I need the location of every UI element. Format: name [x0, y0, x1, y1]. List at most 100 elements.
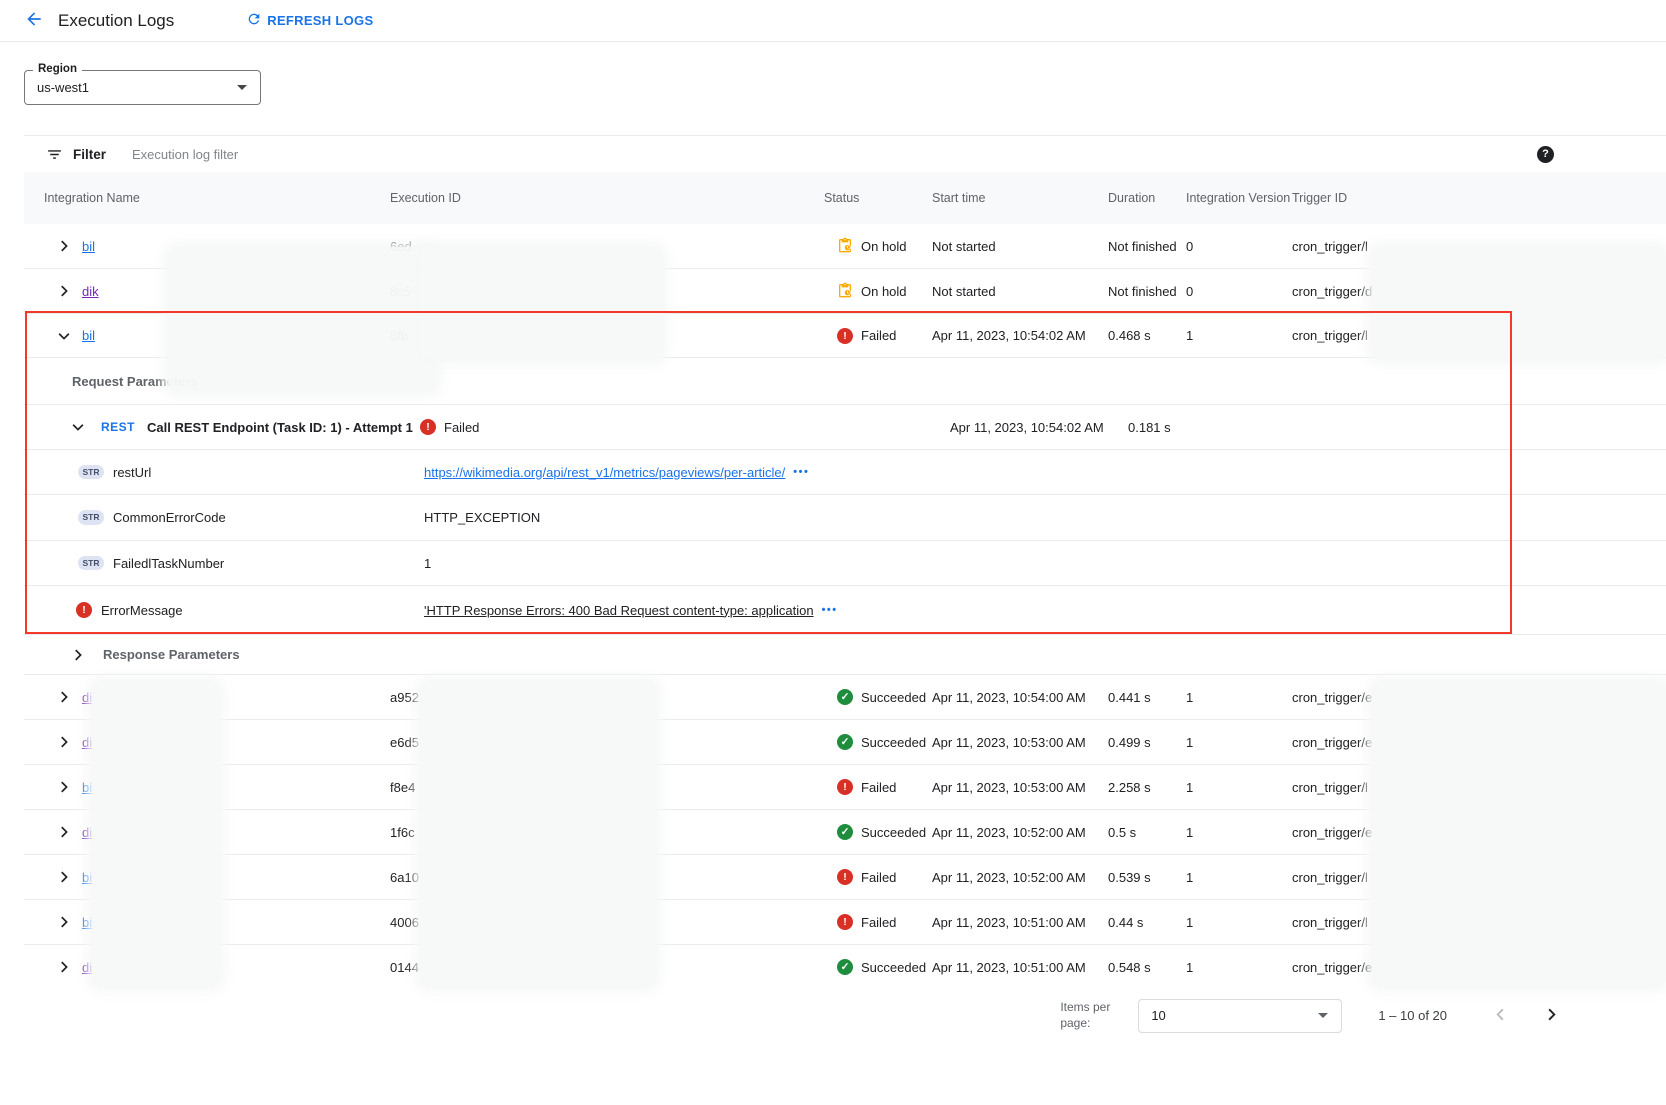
page-title: Execution Logs: [58, 11, 174, 31]
request-parameters-header: Request Parameters: [24, 358, 1666, 405]
execution-id: e6d5: [390, 735, 824, 750]
start-time: Apr 11, 2023, 10:53:00 AM: [932, 735, 1108, 750]
col-trigger-id: Trigger ID: [1292, 191, 1666, 205]
items-per-page-label: Items per page:: [1060, 1000, 1124, 1031]
succeeded-icon: ✓: [837, 824, 853, 840]
collapse-row-icon[interactable]: [55, 327, 73, 345]
duration: 0.44 s: [1108, 915, 1186, 930]
integration-version: 1: [1186, 960, 1292, 975]
task-name: Call REST Endpoint (Task ID: 1) - Attemp…: [147, 420, 413, 435]
status-label: On hold: [861, 284, 907, 299]
error-icon: !: [76, 602, 92, 618]
succeeded-icon: ✓: [837, 734, 853, 750]
expand-row-icon[interactable]: [55, 913, 73, 931]
table-row: bi f8e4 !Failed Apr 11, 2023, 10:53:00 A…: [24, 765, 1666, 810]
param-name: ErrorMessage: [101, 603, 183, 618]
failed-icon: !: [837, 914, 853, 930]
integration-version: 0: [1186, 284, 1292, 299]
refresh-logs-button[interactable]: REFRESH LOGS: [246, 11, 373, 30]
param-row: STR CommonErrorCode HTTP_EXCEPTION: [24, 495, 1666, 541]
refresh-icon: [246, 11, 262, 30]
expand-row-icon[interactable]: [55, 868, 73, 886]
col-duration: Duration: [1108, 191, 1186, 205]
trigger-id: cron_trigger/l: [1292, 328, 1666, 343]
expand-row-icon[interactable]: [55, 688, 73, 706]
integration-name-link[interactable]: bil: [82, 328, 95, 343]
param-row: STR restUrl https://wikimedia.org/api/re…: [24, 450, 1666, 495]
trigger-id: cron_trigger/l: [1292, 870, 1666, 885]
start-time: Apr 11, 2023, 10:51:00 AM: [932, 915, 1108, 930]
integration-version: 1: [1186, 870, 1292, 885]
filter-input[interactable]: [132, 147, 1537, 162]
previous-page-button[interactable]: [1491, 1005, 1510, 1027]
trigger-id: cron_trigger/d: [1292, 284, 1666, 299]
col-integration-version: Integration Version: [1186, 191, 1292, 205]
integration-name-link[interactable]: dik: [82, 284, 99, 299]
integration-version: 1: [1186, 780, 1292, 795]
execution-id: 1f6c: [390, 825, 824, 840]
integration-name-link[interactable]: bi: [82, 780, 92, 795]
help-icon[interactable]: ?: [1537, 146, 1554, 163]
trigger-id: cron_trigger/e: [1292, 690, 1666, 705]
string-type-badge: STR: [78, 556, 104, 571]
integration-name-link[interactable]: di: [82, 960, 92, 975]
expand-response-icon[interactable]: [69, 646, 87, 664]
param-row: ! ErrorMessage 'HTTP Response Errors: 40…: [24, 586, 1666, 635]
succeeded-icon: ✓: [837, 959, 853, 975]
back-button[interactable]: [22, 9, 46, 33]
rest-task-icon: REST: [101, 420, 135, 434]
region-select[interactable]: Region us-west1: [24, 70, 261, 105]
expand-row-icon[interactable]: [55, 823, 73, 841]
expand-row-icon[interactable]: [55, 237, 73, 255]
table-row: bi 6a10 !Failed Apr 11, 2023, 10:52:00 A…: [24, 855, 1666, 900]
table-row: di a952 ✓Succeeded Apr 11, 2023, 10:54:0…: [24, 675, 1666, 720]
expand-row-icon[interactable]: [55, 282, 73, 300]
error-message-link[interactable]: 'HTTP Response Errors: 400 Bad Request c…: [424, 603, 814, 618]
failed-icon: !: [837, 779, 853, 795]
integration-name-link[interactable]: di: [82, 735, 92, 750]
execution-id: 6a10: [390, 870, 824, 885]
integration-name-link[interactable]: di: [82, 690, 92, 705]
col-execution-id: Execution ID: [390, 191, 824, 205]
table-row: di e6d5 ✓Succeeded Apr 11, 2023, 10:53:0…: [24, 720, 1666, 765]
execution-logs-page: Execution Logs REFRESH LOGS Region us-we…: [0, 0, 1666, 1105]
filter-icon: [46, 146, 63, 163]
onhold-icon: [837, 237, 853, 256]
start-time: Apr 11, 2023, 10:54:02 AM: [932, 328, 1108, 343]
expand-row-icon[interactable]: [55, 958, 73, 976]
string-type-badge: STR: [78, 510, 104, 525]
expand-value-ellipsis-button[interactable]: •••: [793, 466, 809, 478]
integration-name-link[interactable]: bil: [82, 239, 95, 254]
start-time: Apr 11, 2023, 10:51:00 AM: [932, 960, 1108, 975]
collapse-task-icon[interactable]: [69, 418, 87, 436]
chevron-left-icon: [1491, 1005, 1510, 1027]
integration-version: 1: [1186, 825, 1292, 840]
task-status-label: Failed: [444, 420, 479, 435]
start-time: Apr 11, 2023, 10:54:00 AM: [932, 690, 1108, 705]
start-time: Apr 11, 2023, 10:52:00 AM: [932, 870, 1108, 885]
execution-id: 8fb: [390, 328, 824, 343]
task-start-time: Apr 11, 2023, 10:54:02 AM: [950, 420, 1104, 435]
integration-name-link[interactable]: bi: [82, 870, 92, 885]
rest-url-link[interactable]: https://wikimedia.org/api/rest_v1/metric…: [424, 465, 785, 480]
response-parameters-header: Response Parameters: [24, 635, 1666, 675]
failed-icon: !: [837, 869, 853, 885]
status-label: Failed: [861, 780, 896, 795]
next-page-button[interactable]: [1542, 1005, 1561, 1027]
expand-row-icon[interactable]: [55, 733, 73, 751]
trigger-id: cron_trigger/e: [1292, 735, 1666, 750]
page-size-select[interactable]: 10: [1138, 999, 1342, 1033]
param-row: STR FailedlTaskNumber 1: [24, 541, 1666, 586]
trigger-id: cron_trigger/l: [1292, 915, 1666, 930]
duration: 0.5 s: [1108, 825, 1186, 840]
duration: 0.441 s: [1108, 690, 1186, 705]
start-time: Apr 11, 2023, 10:52:00 AM: [932, 825, 1108, 840]
duration: 2.258 s: [1108, 780, 1186, 795]
duration: Not finished: [1108, 239, 1186, 254]
expand-value-ellipsis-button[interactable]: •••: [822, 604, 838, 616]
expand-row-icon[interactable]: [55, 778, 73, 796]
integration-version: 1: [1186, 735, 1292, 750]
integration-name-link[interactable]: di: [82, 825, 92, 840]
integration-name-link[interactable]: bi: [82, 915, 92, 930]
table-row: di 1f6c ✓Succeeded Apr 11, 2023, 10:52:0…: [24, 810, 1666, 855]
